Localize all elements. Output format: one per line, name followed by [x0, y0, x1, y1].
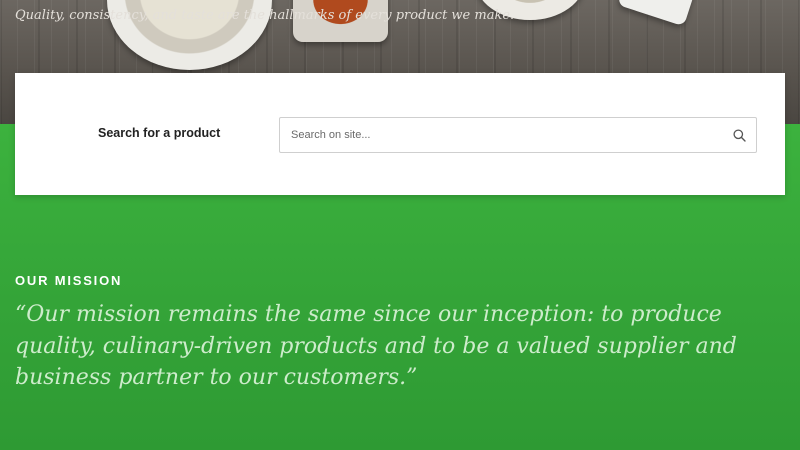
- search-icon[interactable]: [730, 126, 748, 144]
- mission-quote: “Our mission remains the same since our …: [15, 302, 737, 390]
- search-label: Search for a product: [98, 126, 221, 140]
- search-input[interactable]: [280, 118, 721, 152]
- product-search-card: Search for a product: [15, 73, 785, 195]
- hero-tagline: Quality, consistency, and taste are the …: [15, 8, 515, 23]
- search-box: [279, 117, 757, 153]
- mission-heading: OUR MISSION: [15, 273, 123, 288]
- square-plate-image: [617, 0, 703, 27]
